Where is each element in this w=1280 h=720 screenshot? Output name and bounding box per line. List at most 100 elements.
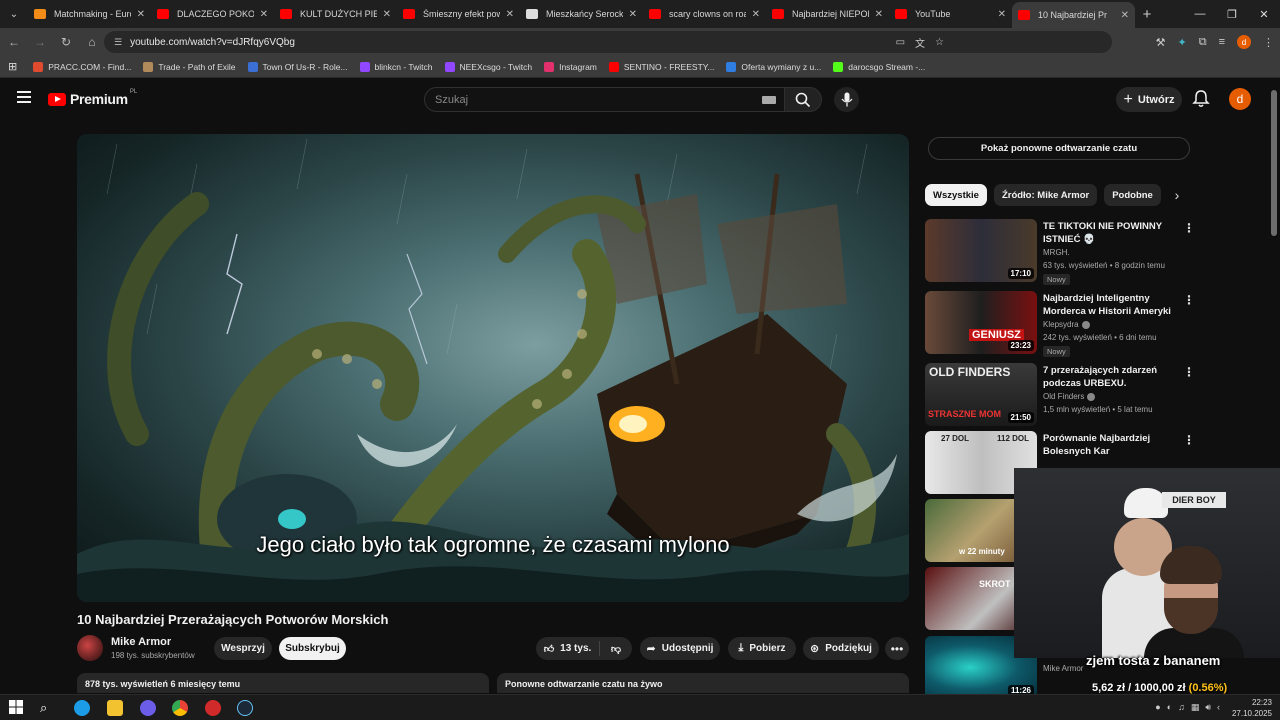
create-button[interactable]: + Utwórz bbox=[1116, 87, 1182, 112]
minimize-icon[interactable]: — bbox=[1184, 0, 1216, 28]
more-actions-icon[interactable]: ••• bbox=[885, 637, 909, 660]
thanks-button[interactable]: ⊛ Podziękuj bbox=[803, 637, 879, 660]
bookmark-item[interactable]: PRACC.COM - Find... bbox=[33, 61, 131, 72]
forward-icon[interactable]: → bbox=[28, 35, 52, 49]
support-button[interactable]: Wesprzyj bbox=[214, 637, 272, 660]
tray-chevron-icon[interactable]: ‹ bbox=[1217, 702, 1220, 713]
tab-close-icon[interactable]: ✕ bbox=[137, 9, 145, 20]
bookmark-item[interactable]: Trade - Path of Exile bbox=[143, 61, 236, 72]
more-options-icon[interactable]: ⋮ bbox=[1183, 293, 1195, 307]
tab-search-icon[interactable]: ⌄ bbox=[0, 0, 28, 28]
windows-start-icon[interactable] bbox=[9, 700, 25, 716]
video-player[interactable]: Jego ciało było tak ogromne, że czasami … bbox=[77, 134, 909, 602]
dislike-button[interactable]: 👎︎ bbox=[600, 643, 632, 655]
browser-tab[interactable]: YouTube ✕ bbox=[889, 0, 1012, 28]
browser-tab[interactable]: scary clowns on road ✕ bbox=[643, 0, 766, 28]
browser-tab[interactable]: Mieszkańcy Serocka ✕ bbox=[520, 0, 643, 28]
back-icon[interactable]: ← bbox=[2, 35, 26, 49]
bookmark-item[interactable]: NEEXcsgo - Twitch bbox=[444, 61, 532, 72]
tab-close-icon[interactable]: ✕ bbox=[1121, 10, 1129, 21]
user-avatar[interactable]: d bbox=[1229, 88, 1251, 110]
browser-tab[interactable]: Matchmaking - Europ ✕ bbox=[28, 0, 151, 28]
tray-app-icon[interactable]: ● bbox=[1155, 702, 1160, 713]
chrome-icon[interactable] bbox=[172, 700, 188, 716]
channel-name[interactable]: Mike Armor bbox=[111, 636, 171, 648]
apps-grid-icon[interactable]: ⊞ bbox=[8, 60, 17, 73]
translate-icon[interactable]: 文 bbox=[915, 35, 925, 50]
search-button[interactable] bbox=[784, 87, 822, 112]
site-info-icon[interactable]: ☰ bbox=[114, 37, 122, 48]
close-window-icon[interactable]: ✕ bbox=[1248, 0, 1280, 28]
app-icon[interactable] bbox=[205, 700, 221, 716]
maximize-icon[interactable]: ❐ bbox=[1216, 0, 1248, 28]
taskbar-clock[interactable]: 22:23 27.10.2025 bbox=[1232, 697, 1272, 719]
steam-icon[interactable] bbox=[237, 700, 253, 716]
share-button[interactable]: ➦ Udostępnij bbox=[640, 637, 720, 660]
discord-icon[interactable] bbox=[140, 700, 156, 716]
live-chat-replay-header[interactable]: Ponowne odtwarzanie czatu na żywo bbox=[497, 673, 909, 693]
tab-close-icon[interactable]: ✕ bbox=[875, 9, 883, 20]
edge-browser-icon[interactable] bbox=[74, 700, 90, 716]
browser-tab[interactable]: Najbardziej NIEPOKO ✕ bbox=[766, 0, 889, 28]
chip-all[interactable]: Wszystkie bbox=[925, 184, 987, 206]
tab-close-icon[interactable]: ✕ bbox=[629, 9, 637, 20]
bookmark-item[interactable]: blinkcn - Twitch bbox=[359, 61, 433, 72]
more-options-icon[interactable]: ⋮ bbox=[1183, 433, 1195, 447]
browser-tab[interactable]: 10 Najbardziej Pr ✕ bbox=[1012, 2, 1135, 28]
youtube-premium-logo[interactable]: Premium PL bbox=[48, 89, 137, 107]
tray-app-icon[interactable]: ◐ bbox=[1167, 702, 1172, 713]
tab-close-icon[interactable]: ✕ bbox=[506, 9, 514, 20]
search-input[interactable] bbox=[435, 93, 745, 106]
browser-tab[interactable]: DLACZEGO POKOLEN ✕ bbox=[151, 0, 274, 28]
recommendation-item[interactable]: 17:10 TE TIKTOKI NIE POWINNY ISTNIEĆ 💀 M… bbox=[925, 219, 1195, 285]
tray-app-icon[interactable]: ♫ bbox=[1178, 702, 1185, 713]
home-icon[interactable]: ⌂ bbox=[80, 35, 104, 49]
browser-profile-avatar[interactable]: d bbox=[1237, 35, 1251, 49]
video-thumbnail[interactable]: 17:10 bbox=[925, 219, 1037, 282]
bookmark-item[interactable]: Town Of Us-R - Role... bbox=[247, 61, 348, 72]
tab-close-icon[interactable]: ✕ bbox=[752, 9, 760, 20]
bookmark-star-icon[interactable]: ☆ bbox=[935, 37, 944, 48]
url-omnibox[interactable]: ☰ youtube.com/watch?v=dJRfqy6VQbg ▭ 文 ☆ bbox=[104, 31, 1112, 53]
tab-close-icon[interactable]: ✕ bbox=[260, 9, 268, 20]
more-options-icon[interactable]: ⋮ bbox=[1183, 221, 1195, 235]
notifications-bell-icon[interactable] bbox=[1191, 89, 1211, 109]
browser-tab[interactable]: KULT DUŻYCH PIERSI ✕ bbox=[274, 0, 397, 28]
tab-close-icon[interactable]: ✕ bbox=[383, 9, 391, 20]
recommendation-item[interactable]: OLD FINDERS STRASZNE MOM 21:50 7 przeraż… bbox=[925, 363, 1195, 427]
bookmark-item[interactable]: darocsgo Stream -... bbox=[833, 61, 925, 72]
new-tab-button[interactable]: + bbox=[1135, 6, 1159, 23]
bookmark-item[interactable]: Instagram bbox=[544, 61, 597, 72]
browser-tab[interactable]: Śmieszny efekt powi ✕ bbox=[397, 0, 520, 28]
keyboard-icon[interactable] bbox=[762, 96, 776, 104]
channel-avatar[interactable] bbox=[77, 635, 103, 661]
tab-close-icon[interactable]: ✕ bbox=[998, 9, 1006, 20]
description-header[interactable]: 878 tys. wyświetleń 6 miesięcy temu bbox=[77, 673, 489, 693]
browser-menu-icon[interactable]: ⋮ bbox=[1263, 36, 1274, 49]
like-button[interactable]: 👍︎ 13 tys. bbox=[536, 641, 600, 656]
video-thumbnail[interactable]: OLD FINDERS STRASZNE MOM 21:50 bbox=[925, 363, 1037, 426]
download-button[interactable]: ⤓ Pobierz bbox=[728, 637, 796, 660]
bookmark-item[interactable]: SENTINO - FREESTY... bbox=[608, 61, 714, 72]
volume-icon[interactable]: 🔊︎ bbox=[1205, 702, 1211, 713]
reload-icon[interactable]: ↻ bbox=[54, 35, 78, 49]
reading-list-icon[interactable]: ≡ bbox=[1219, 36, 1225, 48]
bookmark-item[interactable]: Oferta wymiany z u... bbox=[726, 61, 821, 72]
subscribe-button[interactable]: Subskrybuj bbox=[279, 637, 346, 660]
cast-icon[interactable]: ▭ bbox=[896, 37, 905, 48]
recommendation-item[interactable]: GENIUSZ 23:23 Najbardziej Inteligentny M… bbox=[925, 291, 1195, 357]
more-options-icon[interactable]: ⋮ bbox=[1183, 365, 1195, 379]
video-thumbnail[interactable]: GENIUSZ 23:23 bbox=[925, 291, 1037, 354]
menu-hamburger-icon[interactable] bbox=[17, 91, 31, 103]
chip-similar[interactable]: Podobne bbox=[1104, 184, 1161, 206]
extension-icon[interactable]: ⚒ bbox=[1156, 36, 1166, 49]
voice-search-button[interactable] bbox=[834, 87, 859, 112]
extensions-puzzle-icon[interactable]: ⧉ bbox=[1199, 36, 1207, 49]
show-chat-replay-button[interactable]: Pokaż ponowne odtwarzanie czatu bbox=[928, 137, 1190, 160]
search-taskbar-icon[interactable]: ⌕ bbox=[40, 700, 56, 716]
chevron-right-icon[interactable]: › bbox=[1168, 186, 1186, 204]
file-explorer-icon[interactable] bbox=[107, 700, 123, 716]
chip-source-channel[interactable]: Źródło: Mike Armor bbox=[993, 184, 1098, 206]
network-icon[interactable]: ▦ bbox=[1191, 702, 1200, 713]
extension-2-icon[interactable]: ✦ bbox=[1178, 36, 1187, 49]
